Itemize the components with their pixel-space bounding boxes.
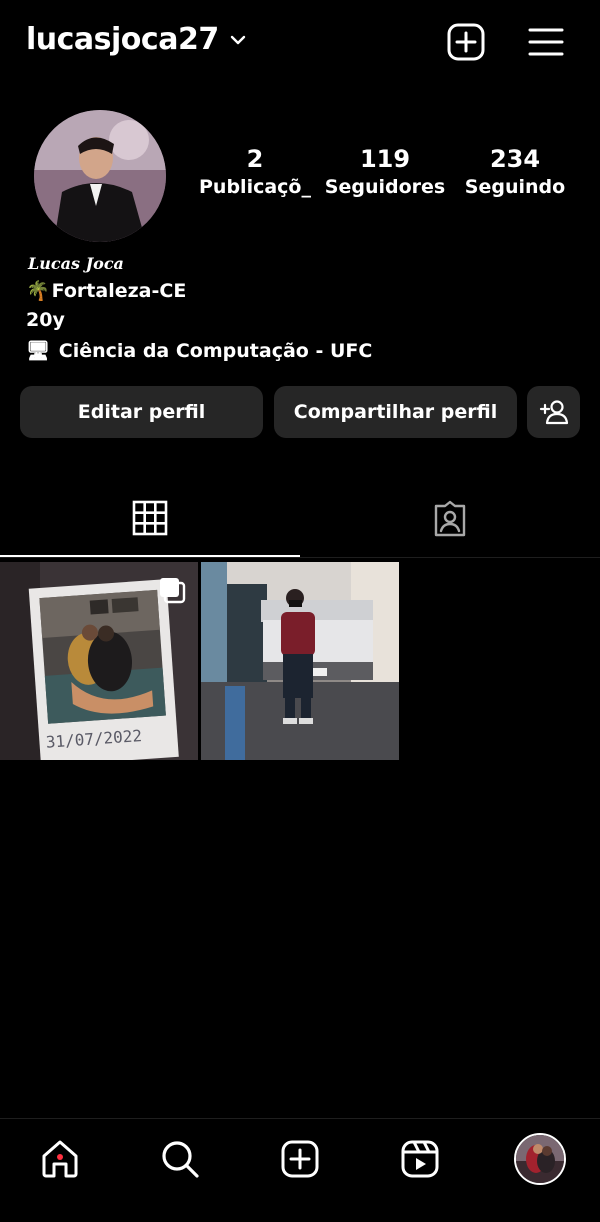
- bio-course-text: Ciência da Computação - UFC: [58, 340, 373, 362]
- menu-icon[interactable]: [526, 22, 566, 62]
- stat-following-count: 234: [489, 145, 541, 173]
- tab-tagged[interactable]: [300, 480, 600, 558]
- search-icon: [162, 1141, 199, 1178]
- bio-age: 20y: [26, 309, 65, 331]
- bio-location: 🌴 Fortaleza-CE: [26, 279, 186, 302]
- grid-icon: [132, 500, 168, 535]
- top-bar: lucasjoca27: [0, 0, 600, 84]
- stat-followers-count: 119: [359, 145, 411, 173]
- nav-reels[interactable]: [398, 1137, 442, 1181]
- profile-stats: 2 Publicaçõ_ 119 Seguidores 234 Seguindo: [190, 144, 580, 200]
- profile-avatar[interactable]: [34, 110, 166, 242]
- computer-icon: 🖥: [26, 340, 51, 362]
- nav-create[interactable]: [278, 1137, 322, 1181]
- stat-followers-label: Seguidores: [324, 176, 446, 198]
- new-post-icon[interactable]: [446, 22, 486, 62]
- stat-posts-count: 2: [246, 145, 264, 173]
- nav-search[interactable]: [158, 1137, 202, 1181]
- stat-following[interactable]: 234 Seguindo: [450, 144, 580, 200]
- bottom-navigation: [0, 1118, 600, 1222]
- tagged-icon: [434, 500, 466, 537]
- edit-profile-button[interactable]: Editar perfil: [20, 386, 263, 438]
- share-profile-button[interactable]: Compartilhar perfil: [274, 386, 517, 438]
- palm-tree-icon: 🌴: [26, 280, 50, 302]
- notification-dot: [57, 1154, 63, 1160]
- profile-tabs: [0, 480, 600, 558]
- stat-posts-label: Publicaçõ_: [199, 176, 311, 198]
- profile-name: Lucas Joca: [28, 254, 124, 273]
- stat-followers[interactable]: 119 Seguidores: [320, 144, 450, 200]
- tab-posts-grid[interactable]: [0, 480, 300, 557]
- post-thumbnail[interactable]: [201, 562, 399, 760]
- reels-icon: [401, 1140, 439, 1178]
- bio-course: 🖥 Ciência da Computação - UFC: [26, 339, 372, 362]
- username[interactable]: lucasjoca27: [26, 22, 219, 57]
- discover-people-button[interactable]: [527, 386, 580, 438]
- add-person-icon: [539, 400, 568, 425]
- multiple-photos-icon: [160, 578, 186, 604]
- bio-location-text: Fortaleza-CE: [51, 280, 187, 302]
- chevron-down-icon[interactable]: [229, 31, 247, 49]
- stat-posts[interactable]: 2 Publicaçõ_: [190, 144, 320, 200]
- account-switcher[interactable]: lucasjoca27: [26, 22, 247, 57]
- nav-profile-avatar[interactable]: [514, 1133, 566, 1185]
- create-icon: [281, 1140, 319, 1178]
- stat-following-label: Seguindo: [464, 176, 566, 198]
